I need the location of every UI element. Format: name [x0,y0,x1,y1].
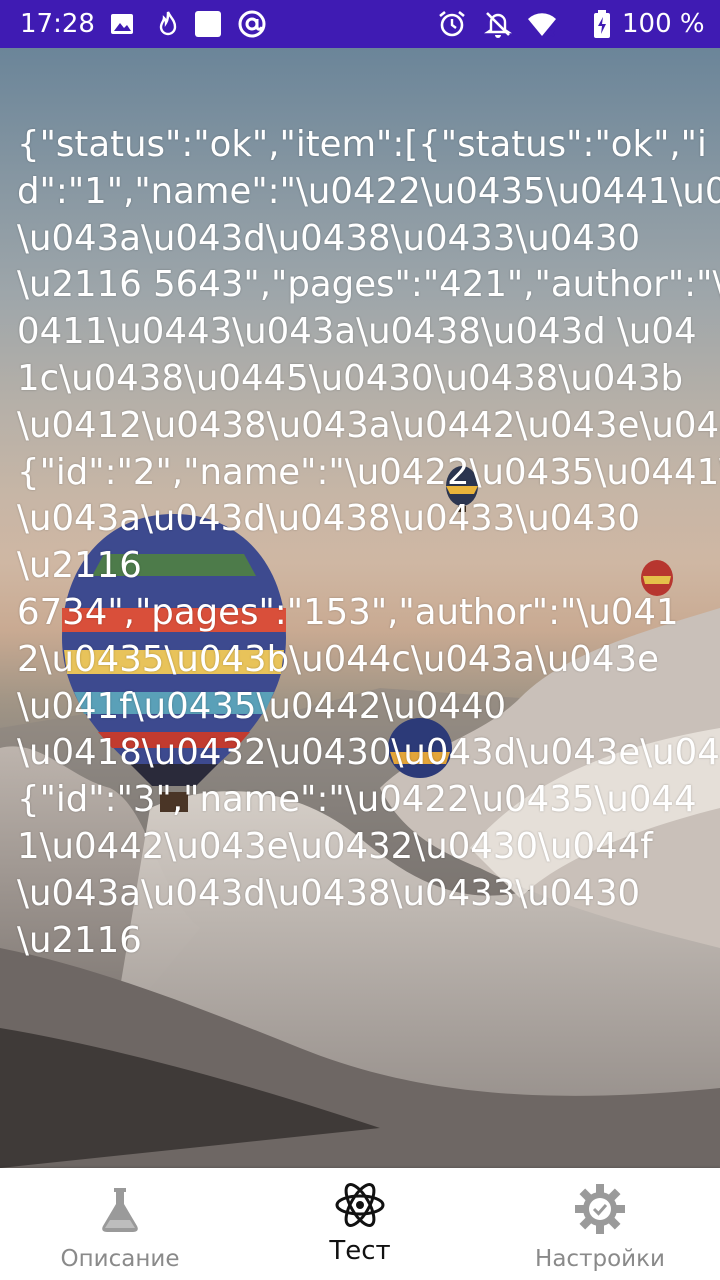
image-icon [111,14,133,34]
battery-percent: 100 % [622,9,705,39]
notifications-off-icon [484,12,512,38]
bottom-navigation: Описание Тест Настройки [0,1168,720,1280]
nav-item-test[interactable]: Тест [240,1168,480,1280]
json-response-text: {"status":"ok","item":[{"status":"ok","i… [17,124,720,961]
status-bar: 17:28 100 % [0,0,720,48]
nav-item-description[interactable]: Описание [0,1168,240,1280]
nav-label-settings: Настройки [535,1246,665,1272]
nav-label-test: Тест [329,1236,391,1266]
atom-icon [335,1183,385,1227]
nav-label-description: Описание [60,1246,180,1272]
fire-icon [159,11,177,36]
app-screen: 17:28 100 % {"status":"ok","item":[{"sta… [0,0,720,1280]
flask-icon [102,1188,138,1232]
alarm-icon [439,10,465,37]
gear-check-icon [575,1184,625,1234]
nav-item-settings[interactable]: Настройки [480,1168,720,1280]
battery-icon [594,10,610,38]
status-time: 17:28 [20,9,95,39]
square-icon [195,11,221,37]
at-sign-icon [238,10,266,38]
wifi-icon [528,13,556,37]
